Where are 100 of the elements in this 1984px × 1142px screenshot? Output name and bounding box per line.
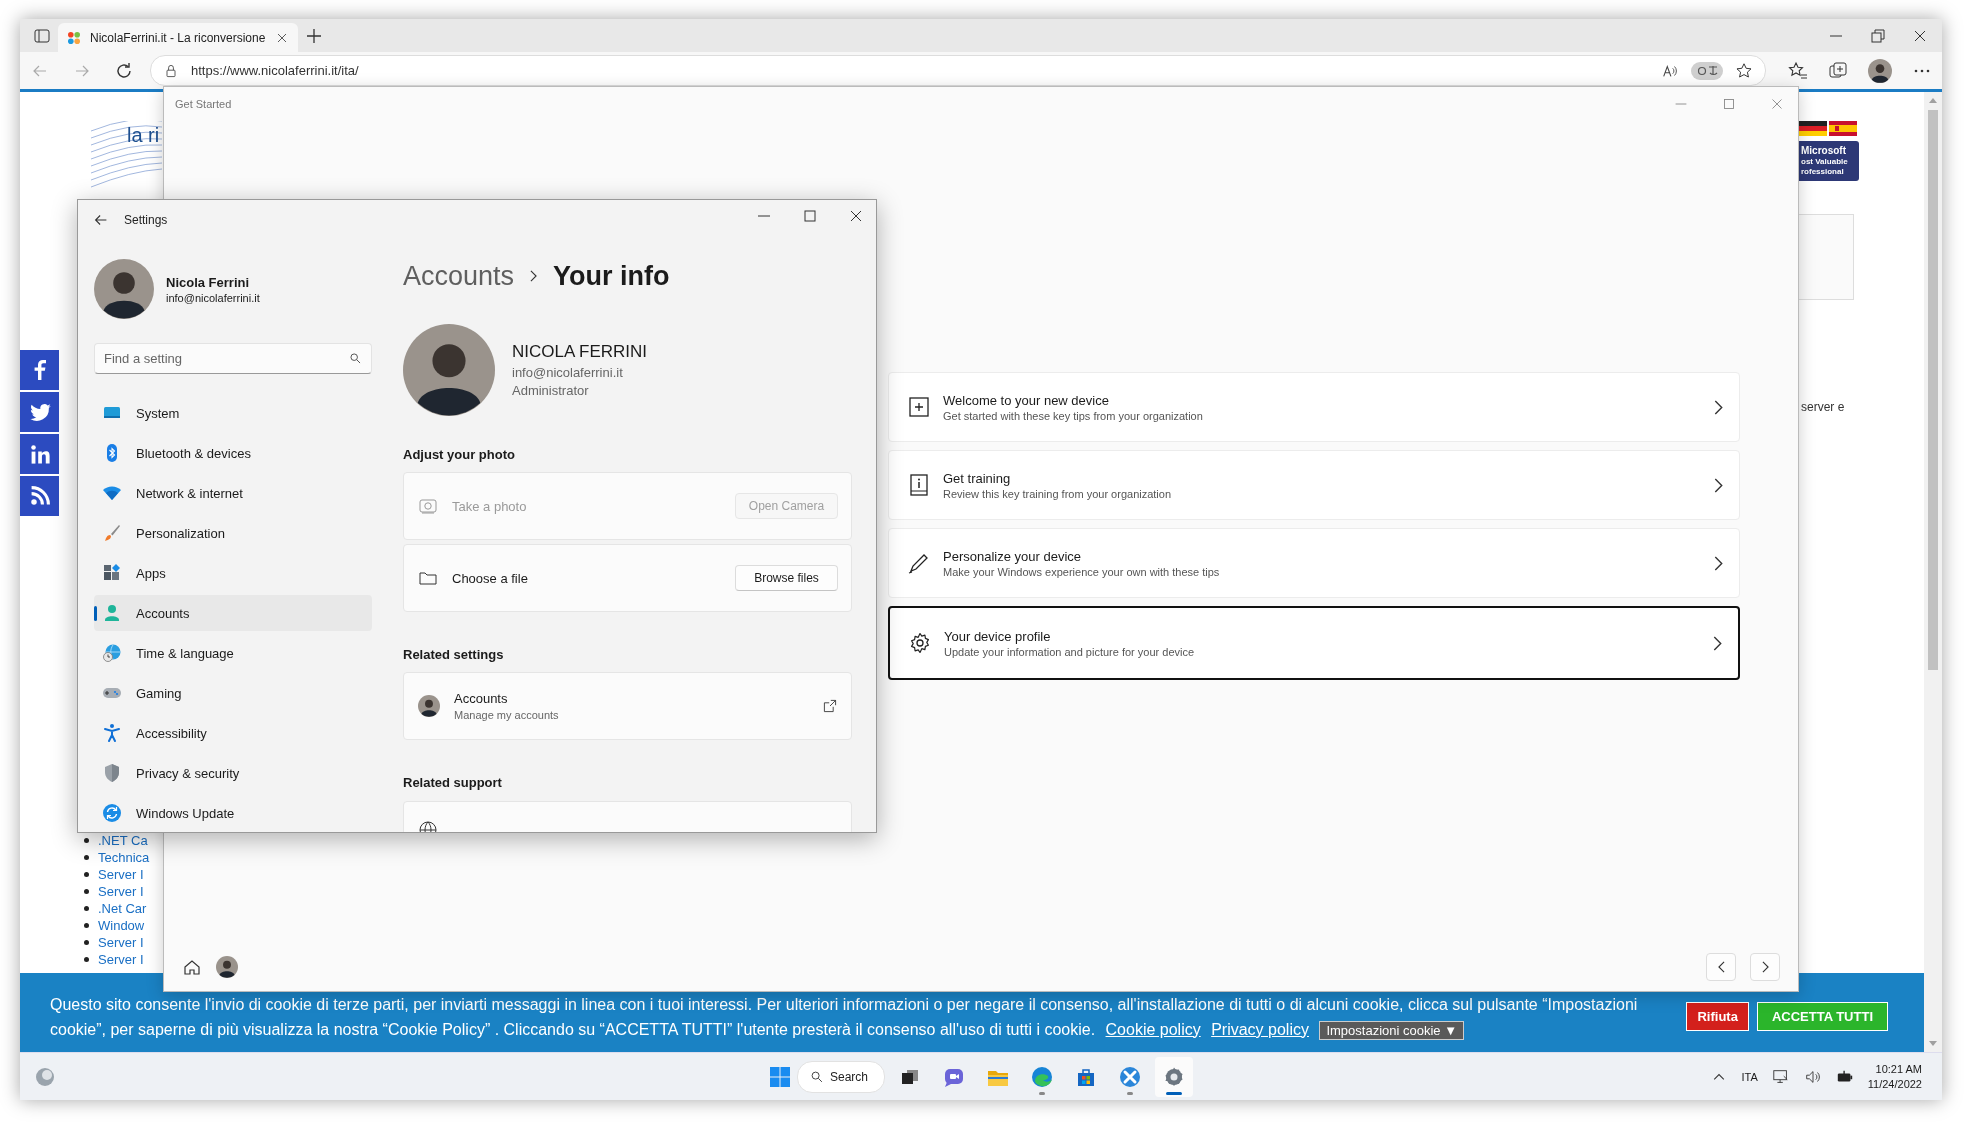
cookie-settings-button[interactable]: Impostazioni cookie ▼ (1319, 1020, 1465, 1040)
nav-item[interactable]: Windows Update (94, 795, 372, 831)
app-icon (1119, 1065, 1141, 1088)
window-title: Settings (124, 213, 169, 227)
task-card[interactable]: Personalize your device Make your Windows experience your own with these tips (888, 528, 1740, 598)
card-subtitle: Get started with these key tips from your organization (943, 409, 1204, 422)
clock[interactable]: 10:21 AM 11/24/2022 (1867, 1061, 1922, 1092)
page-link[interactable]: Technica (98, 850, 150, 865)
refresh-icon[interactable] (114, 60, 134, 81)
bullet-icon (84, 940, 89, 945)
chevron-right-icon (1713, 635, 1722, 651)
plus-square-icon (907, 395, 931, 419)
page-text: server e (1801, 400, 1845, 414)
badge-text: rofessional (1801, 167, 1845, 177)
chevron-right-icon (1714, 555, 1723, 571)
person-icon (102, 603, 122, 623)
chevron-right-icon (1714, 477, 1723, 493)
page-link[interactable]: .Net Car (98, 901, 147, 916)
language-indicator[interactable]: ITA (1741, 1070, 1758, 1083)
user-avatar (94, 259, 154, 319)
twitter-button[interactable] (20, 392, 59, 432)
start-icon[interactable] (769, 1065, 791, 1088)
linkedin-button[interactable] (20, 434, 59, 474)
user-avatar[interactable] (1868, 58, 1892, 83)
nav-item[interactable]: Accounts (94, 595, 372, 631)
facebook-button[interactable] (20, 350, 59, 390)
account-email: info@nicolaferrini.it (512, 365, 624, 380)
sync-icon (102, 803, 122, 823)
lock-icon (163, 62, 179, 79)
page-link[interactable]: Window (98, 918, 145, 933)
rss-button[interactable] (20, 476, 59, 516)
nav-item[interactable]: Privacy & security (94, 755, 372, 791)
external-link-icon (822, 698, 838, 714)
search-field[interactable]: Search (797, 1060, 885, 1093)
page-link[interactable]: Server I (98, 935, 144, 950)
bullet-icon (84, 872, 89, 877)
chevron-right-icon (530, 270, 538, 282)
nav-item[interactable]: Personalization (94, 515, 372, 551)
section-heading: Adjust your photo (403, 446, 516, 464)
card-label: Take a photo (452, 498, 528, 514)
badge-text: Microsoft (1801, 145, 1847, 157)
nav-item[interactable]: Time & language (94, 635, 372, 671)
translate-icon[interactable] (1691, 59, 1723, 82)
link-title: Accounts (454, 691, 509, 706)
page-link[interactable]: Server I (98, 884, 144, 899)
bullet-icon (84, 906, 89, 911)
address-bar[interactable]: https://www.nicolaferrini.it/ita/ (150, 55, 1766, 86)
favorite-icon[interactable] (1735, 61, 1753, 80)
badge-text: ost Valuable (1801, 157, 1849, 167)
user-email: info@nicolaferrini.it (166, 291, 260, 304)
user-avatar (418, 695, 440, 717)
bullet-icon (84, 838, 89, 843)
page-title: Your info (553, 260, 670, 292)
site-logo-icon (66, 29, 82, 46)
collections-icon[interactable] (1828, 60, 1848, 81)
scroll-thumb[interactable] (1928, 110, 1938, 670)
card-label: Choose a file (452, 570, 529, 586)
bullet-icon (84, 957, 89, 962)
browse-button[interactable]: Browse files (735, 565, 838, 591)
nav-item[interactable]: Bluetooth & devices (94, 435, 372, 471)
page-link[interactable]: Server I (98, 952, 144, 967)
flag-icon (1829, 121, 1857, 136)
facebook-icon (33, 359, 46, 381)
shield-icon (102, 763, 122, 783)
task-card[interactable]: Welcome to your new device Get started with these key tips from your organization (888, 372, 1740, 442)
nav-item[interactable]: System (94, 395, 372, 431)
brush-icon (102, 523, 122, 543)
reject-button[interactable]: Rifiuta (1686, 1002, 1749, 1031)
tab-title: NicolaFerrini.it - La riconversione (90, 30, 266, 45)
favorites-icon[interactable] (1788, 60, 1808, 81)
section-heading: Related settings (403, 646, 505, 664)
browser-tab[interactable]: NicolaFerrini.it - La riconversione (58, 23, 298, 52)
nav-item[interactable]: Accessibility (94, 715, 372, 751)
breadcrumb-link[interactable]: Accounts (403, 260, 515, 292)
search-icon (349, 352, 362, 365)
nav-item[interactable]: Apps (94, 555, 372, 591)
page-link[interactable]: .NET Ca (98, 833, 148, 848)
policy-link[interactable]: Cookie policy (1105, 1020, 1201, 1038)
card-subtitle: Update your information and picture for your device (944, 645, 1196, 658)
settings-link-card[interactable]: Accounts Manage my accounts (403, 672, 852, 740)
globe-clock-icon (102, 643, 122, 663)
policy-link[interactable]: Privacy policy (1211, 1020, 1309, 1038)
info-book-icon (907, 473, 931, 497)
user-avatar[interactable] (216, 956, 238, 978)
card-subtitle: Review this key training from your organization (943, 487, 1173, 500)
account-role: Administrator (512, 383, 590, 398)
nav-item[interactable]: Network & internet (94, 475, 372, 511)
search-field[interactable]: Find a setting (94, 343, 372, 374)
scrollbar[interactable] (1924, 92, 1942, 1052)
bullet-icon (84, 923, 89, 928)
task-card[interactable]: Your device profile Update your information and picture for your device (888, 606, 1740, 680)
task-card[interactable]: Get training Review this key training from your organization (888, 450, 1740, 520)
chevron-right-icon (1714, 399, 1723, 415)
nav-item[interactable]: Gaming (94, 675, 372, 711)
network-icon[interactable] (1771, 1067, 1790, 1086)
camera-icon (418, 496, 438, 516)
card-title: Your device profile (944, 628, 1052, 644)
page-link[interactable]: Server I (98, 867, 144, 882)
taskbar-button[interactable] (1155, 1056, 1193, 1097)
section-heading: Related support (403, 774, 503, 792)
